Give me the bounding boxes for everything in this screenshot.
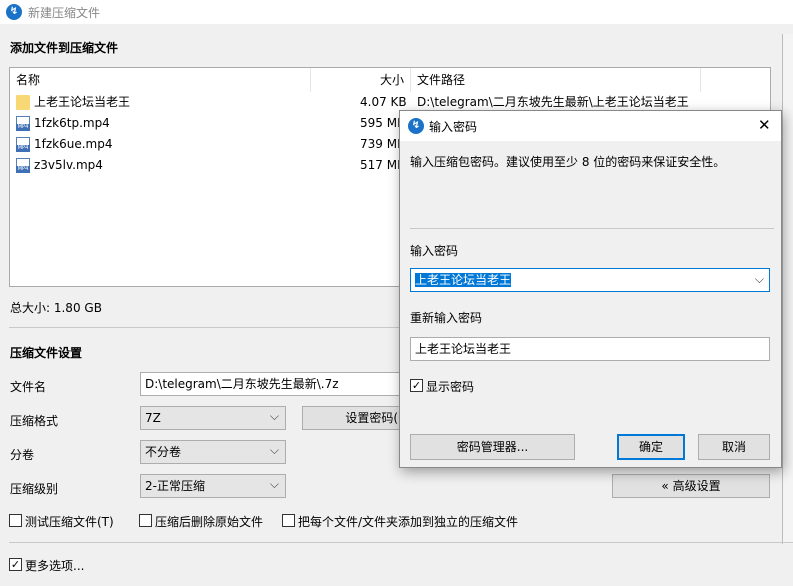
file-name: 1fzk6ue.mp4: [34, 137, 113, 151]
password-manager-button[interactable]: 密码管理器...: [410, 434, 575, 460]
divider: [9, 542, 793, 543]
total-size: 总大小: 1.80 GB: [10, 301, 102, 315]
password-input[interactable]: 上老王论坛当老王 ⌵: [410, 268, 770, 292]
reenter-label: 重新输入密码: [410, 311, 483, 325]
divider: [9, 327, 399, 328]
test-label: 测试压缩文件(T): [25, 515, 114, 529]
delete-checkbox[interactable]: [139, 514, 152, 527]
show-password-label: 显示密码: [426, 380, 475, 394]
folder-icon: [16, 95, 30, 110]
app-icon: ↯: [408, 118, 424, 134]
level-label: 压缩级别: [10, 482, 59, 496]
filename-input[interactable]: D:\telegram\二月东坡先生最新\.7z: [140, 372, 400, 396]
file-name: 1fzk6tp.mp4: [34, 116, 110, 130]
dialog-title: 输入密码: [429, 120, 478, 134]
chevron-down-icon[interactable]: ⌵: [755, 269, 764, 290]
each-label: 把每个文件/文件夹添加到独立的压缩文件: [298, 515, 519, 529]
more-options-checkbox[interactable]: ✓: [9, 558, 22, 571]
mp4-file-icon: [16, 158, 30, 173]
mp4-file-icon: [16, 137, 30, 152]
delete-label: 压缩后删除原始文件: [155, 515, 264, 529]
show-password-checkbox[interactable]: ✓: [410, 379, 423, 392]
column-size[interactable]: 大小: [311, 68, 411, 92]
split-label: 分卷: [10, 448, 35, 462]
dialog-title-bar: ↯ 输入密码 ✕: [400, 111, 781, 141]
section-add-title: 添加文件到压缩文件: [10, 41, 119, 55]
password-label: 输入密码: [410, 244, 459, 258]
window-title: 新建压缩文件: [28, 6, 101, 20]
format-label: 压缩格式: [10, 414, 59, 428]
password-value: 上老王论坛当老王: [415, 273, 512, 287]
set-password-button[interactable]: 设置密码(: [302, 406, 400, 430]
file-name: z3v5lv.mp4: [34, 158, 103, 172]
advanced-settings-button[interactable]: « 高级设置: [612, 474, 770, 498]
ok-button[interactable]: 确定: [617, 434, 685, 460]
close-icon[interactable]: ✕: [758, 116, 771, 134]
cancel-button[interactable]: 取消: [698, 434, 770, 460]
test-checkbox[interactable]: [9, 514, 22, 527]
filename-label: 文件名: [10, 380, 47, 394]
format-select[interactable]: 7Z: [140, 405, 286, 430]
reenter-password-input[interactable]: 上老王论坛当老王: [410, 337, 770, 361]
app-icon: ↯: [6, 4, 22, 20]
split-select[interactable]: 不分卷: [140, 439, 286, 464]
settings-title: 压缩文件设置: [10, 346, 83, 360]
password-dialog: ↯ 输入密码 ✕ 输入压缩包密码。建议使用至少 8 位的密码来保证安全性。 输入…: [399, 110, 782, 468]
dialog-hint: 输入压缩包密码。建议使用至少 8 位的密码来保证安全性。: [410, 155, 726, 169]
side-panel: [782, 34, 793, 544]
title-bar: ↯ 新建压缩文件: [0, 0, 793, 24]
mp4-file-icon: [16, 116, 30, 131]
level-select[interactable]: 2-正常压缩: [140, 473, 286, 498]
more-options-label: 更多选项...: [25, 559, 85, 573]
each-checkbox[interactable]: [282, 514, 295, 527]
column-name[interactable]: 名称: [10, 68, 311, 92]
divider: [410, 228, 774, 229]
file-name: 上老王论坛当老王: [34, 95, 131, 109]
column-path[interactable]: 文件路径: [411, 68, 701, 92]
